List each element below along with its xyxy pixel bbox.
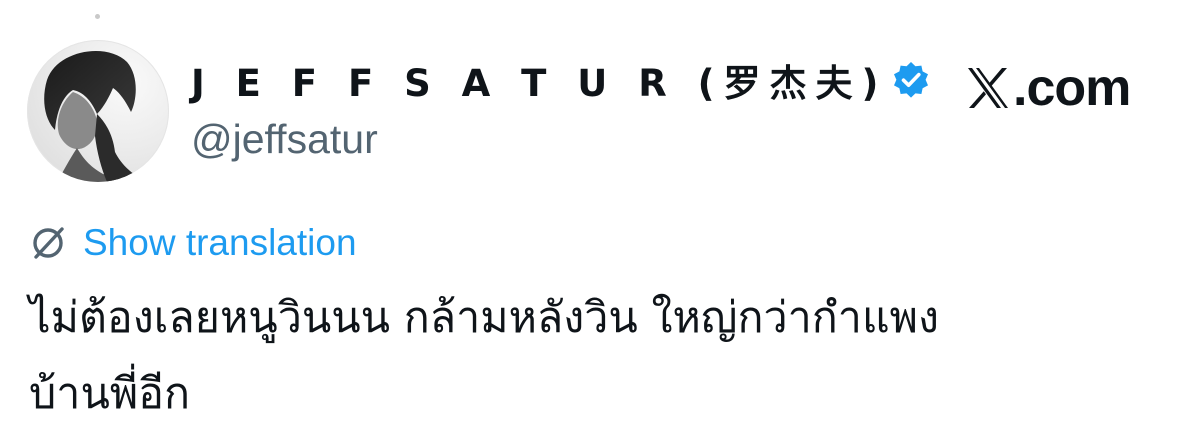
verified-badge-icon — [894, 62, 929, 98]
x-logo-icon — [968, 68, 1008, 108]
brand-text: .com — [1013, 59, 1131, 117]
author-identity: J E F F S A T U R (罗杰夫) @jeffsatur — [191, 50, 931, 163]
author-handle[interactable]: @jeffsatur — [191, 116, 931, 163]
brand-watermark: .com — [965, 58, 1131, 118]
decorative-dot — [95, 14, 100, 19]
tweet-text: ไม่ต้องเลยหนูวินนน กล้ามหลังวิน ใหญ่กว่า… — [29, 280, 1179, 432]
show-translation-link[interactable]: Show translation — [83, 222, 357, 264]
tweet-line: บ้านพี่อีก — [29, 369, 191, 419]
globe-icon — [33, 227, 64, 259]
tweet-line: ไม่ต้องเลยหนูวินนน กล้ามหลังวิน ใหญ่กว่า… — [29, 293, 940, 343]
avatar[interactable] — [27, 40, 169, 182]
translation-row[interactable]: Show translation — [29, 219, 357, 267]
name-row: J E F F S A T U R (罗杰夫) — [191, 50, 931, 110]
tweet-card: J E F F S A T U R (罗杰夫) @jeffsatur .com … — [0, 0, 1200, 445]
display-name[interactable]: J E F F S A T U R (罗杰夫) — [191, 53, 887, 107]
